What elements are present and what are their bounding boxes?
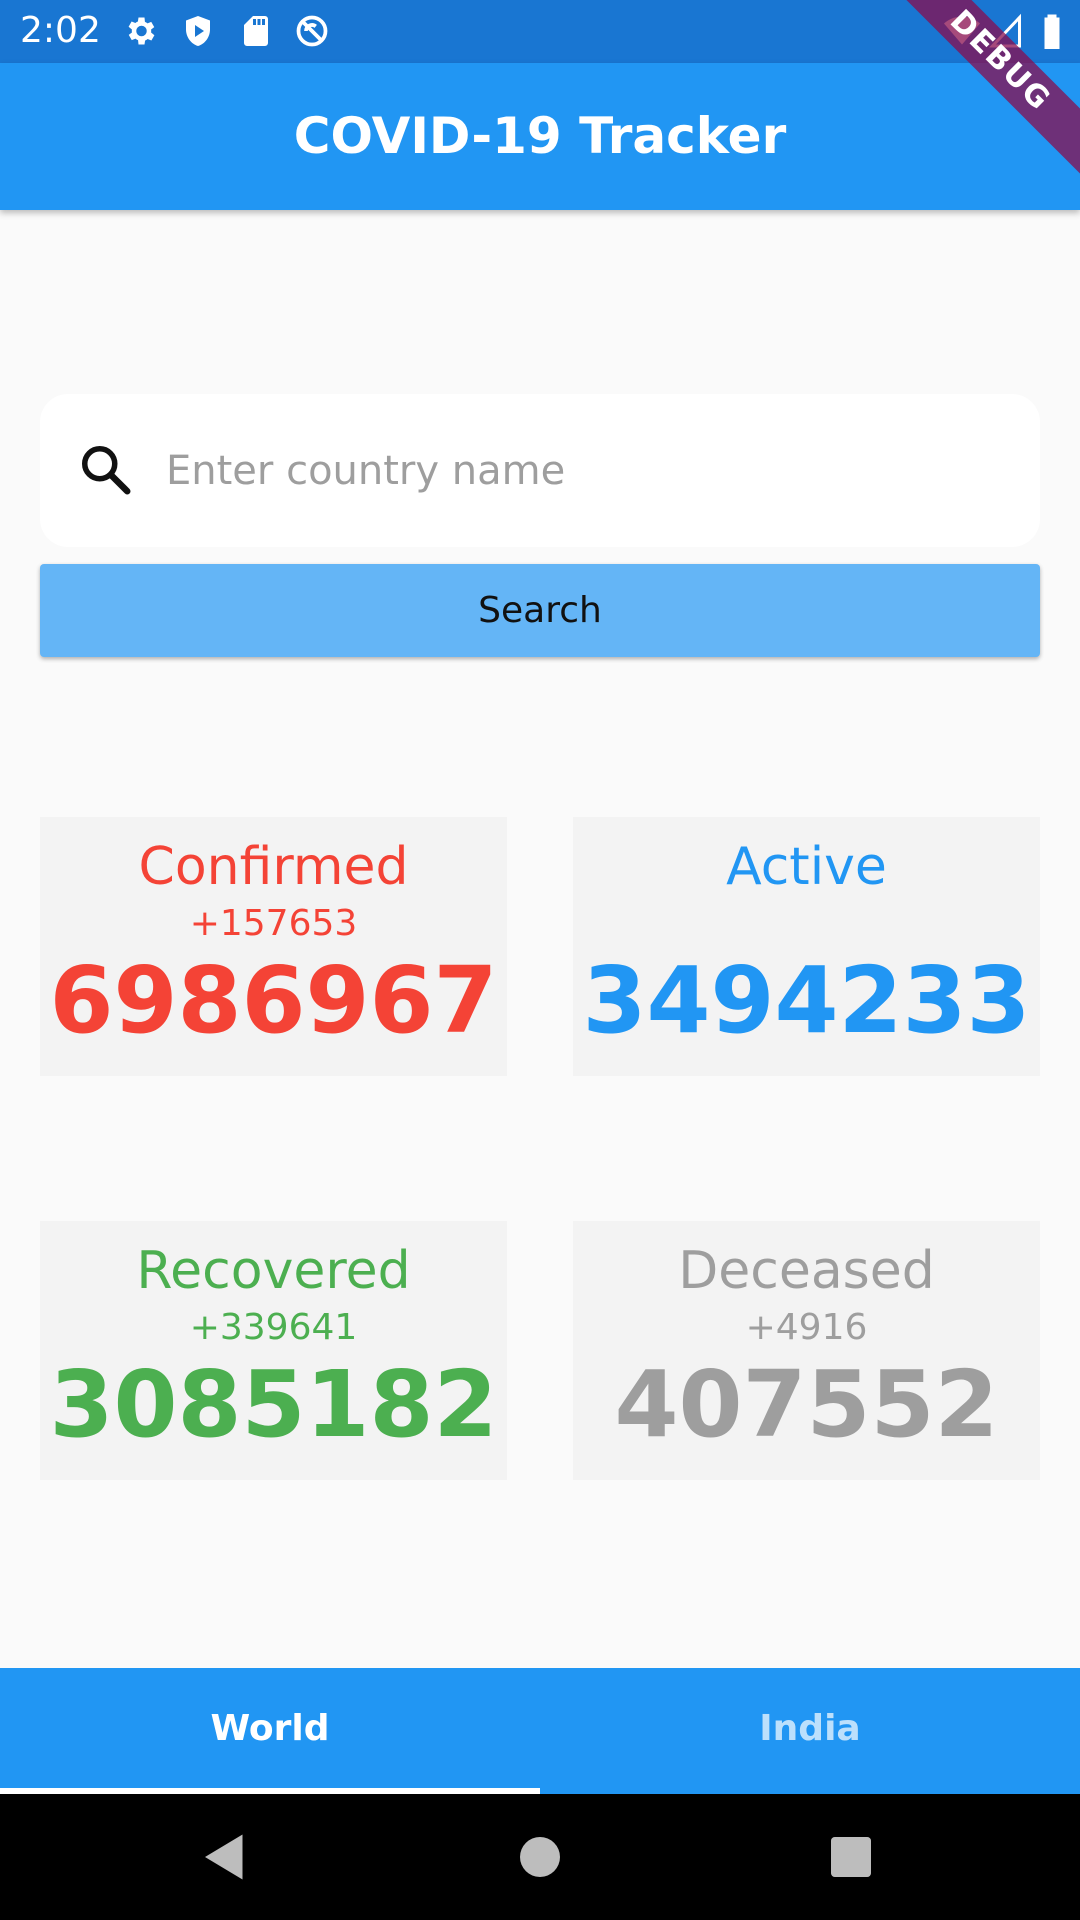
back-icon[interactable] xyxy=(195,1827,255,1887)
search-icon xyxy=(82,446,131,495)
deceased-delta: +4916 xyxy=(745,1307,868,1348)
active-value: 3494233 xyxy=(582,947,1031,1054)
recovered-label: Recovered xyxy=(136,1241,411,1301)
confirmed-card: Confirmed +157653 6986967 xyxy=(40,817,507,1076)
shield-play-icon xyxy=(186,16,210,46)
search-input[interactable] xyxy=(164,424,1008,518)
debug-banner: DEBUG xyxy=(900,0,1080,180)
tab-bar: World India xyxy=(0,1668,1080,1794)
deceased-label: Deceased xyxy=(678,1241,935,1301)
sd-card-icon xyxy=(244,16,268,46)
recovered-card: Recovered +339641 3085182 xyxy=(40,1221,507,1480)
status-time: 2:02 xyxy=(20,10,101,51)
active-card: Active 3494233 xyxy=(573,817,1040,1076)
tab-world[interactable]: World xyxy=(0,1668,540,1794)
recents-icon[interactable] xyxy=(821,1827,881,1887)
search-box[interactable] xyxy=(40,394,1040,547)
confirmed-label: Confirmed xyxy=(138,837,409,897)
home-icon[interactable] xyxy=(510,1827,570,1887)
navigation-bar xyxy=(0,1794,1080,1920)
recovered-delta: +339641 xyxy=(189,1307,358,1348)
do-not-disturb-icon xyxy=(296,15,328,47)
confirmed-delta: +157653 xyxy=(189,903,358,944)
debug-banner-label: DEBUG xyxy=(900,0,1080,180)
search-button[interactable]: Search xyxy=(40,564,1040,657)
confirmed-value: 6986967 xyxy=(49,947,498,1054)
active-label: Active xyxy=(726,837,887,897)
deceased-value: 407552 xyxy=(614,1351,999,1458)
deceased-card: Deceased +4916 407552 xyxy=(573,1221,1040,1480)
recovered-value: 3085182 xyxy=(49,1351,498,1458)
gear-icon xyxy=(128,17,155,45)
tab-india[interactable]: India xyxy=(540,1668,1080,1794)
